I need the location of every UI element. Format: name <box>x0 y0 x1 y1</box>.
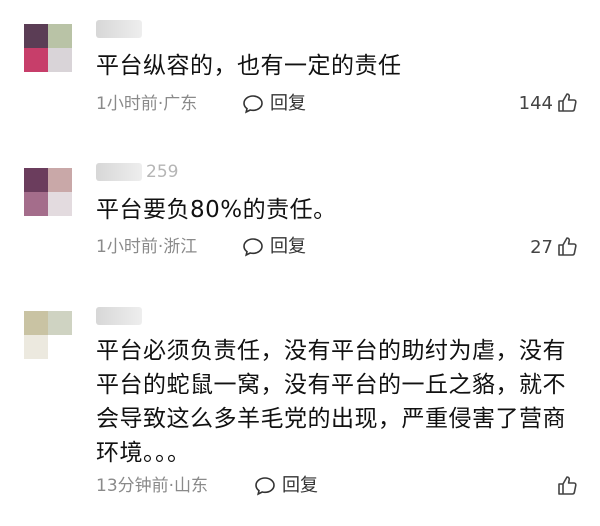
avatar-tile <box>48 48 72 72</box>
avatar-tile <box>24 311 48 335</box>
avatar-tile <box>24 168 48 192</box>
like-count: 144 <box>518 92 553 114</box>
avatar-tile <box>24 24 48 48</box>
avatar-tile <box>24 335 48 359</box>
avatar-tile <box>48 335 72 359</box>
like-count: 27 <box>530 236 553 258</box>
username-visible: 259 <box>146 162 179 182</box>
username-blur <box>96 163 142 181</box>
reply-label: 回复 <box>282 475 318 496</box>
comment-meta: 1小时前·广东 <box>96 94 198 114</box>
username[interactable] <box>96 305 216 327</box>
reply-label: 回复 <box>270 93 306 114</box>
comment-text: 平台要负80%的责任。 <box>96 197 337 223</box>
avatar[interactable] <box>24 24 72 72</box>
reply-button[interactable]: 回复 <box>254 474 318 498</box>
like-button[interactable]: 144 <box>519 90 578 116</box>
comment-text: 平台必须负责任，没有平台的助纣为虐，没有平台的蛇鼠一窝，没有平台的一丘之貉，就不… <box>96 338 566 466</box>
username[interactable] <box>96 18 216 40</box>
reply-button[interactable]: 回复 <box>242 235 306 259</box>
avatar[interactable] <box>24 311 72 359</box>
thumbs-up-icon <box>558 476 577 495</box>
thumbs-up-icon <box>558 93 577 112</box>
comment-meta: 1小时前·浙江 <box>96 237 198 257</box>
speech-bubble-icon <box>243 95 263 114</box>
reply-button[interactable]: 回复 <box>242 92 306 116</box>
avatar-tile <box>24 192 48 216</box>
avatar-tile <box>24 48 48 72</box>
speech-bubble-icon <box>243 238 263 257</box>
avatar-tile <box>48 311 72 335</box>
avatar[interactable] <box>24 168 72 216</box>
comment-meta: 13分钟前·山东 <box>96 476 209 496</box>
avatar-tile <box>48 24 72 48</box>
username[interactable]: 259 <box>96 161 216 183</box>
username-blur <box>96 20 142 38</box>
like-button[interactable] <box>553 473 578 499</box>
reply-label: 回复 <box>270 236 306 257</box>
speech-bubble-icon <box>255 477 275 496</box>
like-button[interactable]: 27 <box>530 234 578 260</box>
avatar-tile <box>48 168 72 192</box>
username-blur <box>96 307 142 325</box>
comment-text: 平台纵容的，也有一定的责任 <box>96 53 402 79</box>
thumbs-up-icon <box>558 237 577 256</box>
avatar-tile <box>48 192 72 216</box>
